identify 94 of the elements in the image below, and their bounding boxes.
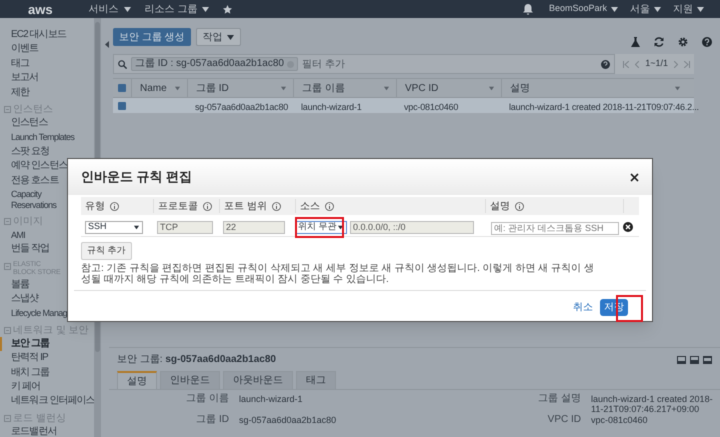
pagination-text: 1~1/1 [645,57,668,70]
caret-icon [226,34,234,40]
column-header: 포트 범위 [224,200,267,214]
field-label: VPC ID [546,415,581,425]
caret-icon [134,225,140,229]
column-header[interactable]: Name [131,79,187,97]
sidebar-item[interactable]: 로드밸런서 [0,424,94,437]
type-select[interactable]: SSH [85,220,143,234]
sidebar-item[interactable]: EC2 대시보드 [0,28,94,42]
caret-icon [202,6,210,12]
layout-icon[interactable] [677,356,686,364]
tab[interactable]: 인바운드 [160,371,220,389]
caret-icon [124,6,131,12]
table-cell: sg-057aa6d0aa2b1ac80 [195,102,288,112]
cancel-link[interactable]: 취소 [573,300,593,315]
sidebar-item[interactable]: 태그 [0,56,94,72]
collapse-arrow-icon[interactable] [105,41,109,48]
sidebar-item[interactable]: 배치 그룹 [0,366,94,380]
flask-icon[interactable] [631,37,640,47]
filter-chip[interactable]: 그룹 ID : sg-057aa6d0aa2b1ac80 [131,57,298,71]
field-label: 그룹 설명 [537,394,581,406]
sidebar-item[interactable]: 보고서 [0,71,94,86]
caret-icon [338,225,344,229]
caret-icon [654,6,661,12]
sidebar-item[interactable]: 네트워크 인터페이스 [0,394,94,409]
close-icon[interactable] [630,172,639,182]
description-field[interactable]: 예: 관리자 데스크톱용 SSH [491,222,619,236]
field-value: launch-wizard-1 [239,394,304,406]
select-all-checkbox[interactable] [118,84,126,92]
note-text: 참고: 기존 규칙을 편집하면 편집된 규칙이 삭제되고 새 세부 정보로 새 규칙이 생성됩니다. 이렇게 하면 새 규칙이 생성될 때까지 해당 규칙에 의존하는 트래픽이 잠시 중단될 수 있습니다. [81,263,595,286]
protocol-field: TCP [157,220,213,234]
sidebar-item[interactable]: 탄력적 IP [0,351,94,366]
info-icon[interactable] [272,202,281,210]
caret-icon [384,86,390,90]
port-range-field: 22 [223,220,285,234]
column-header: 유형 [85,200,105,214]
nav-menu[interactable]: 서비스 [88,2,131,16]
column-header[interactable]: 그룹 이름 [293,79,396,97]
caret-icon [674,86,680,90]
bell-icon[interactable] [522,4,533,14]
field-label: 그룹 ID [195,415,229,425]
sidebar-item[interactable]: 이벤트 [0,42,94,57]
field-value: vpc-081c0460 [591,415,649,425]
column-header[interactable]: VPC ID [396,79,501,97]
layout-icon[interactable] [690,356,699,364]
column-header: 설명 [490,200,510,214]
table-cell: launch-wizard-1 created 2018-11-21T09:07:46.2... [509,102,699,112]
column-header: 프로토콜 [158,200,198,214]
info-icon[interactable] [515,202,524,210]
table-cell: launch-wizard-1 [301,102,362,112]
column-header: 소스 [300,200,320,214]
add-rule-button[interactable]: 규칙 추가 [81,242,132,260]
sidebar-item[interactable]: 보안 그룹 [0,336,94,352]
actions-button[interactable]: 작업 [196,28,241,46]
settings-icon[interactable] [678,37,688,47]
caret-icon [488,86,494,90]
nav-menu[interactable]: 리소스 그룹 [144,2,210,16]
tab[interactable]: 아웃바운드 [223,371,293,389]
sidebar-item[interactable]: 인스턴스 [0,116,94,130]
info-icon[interactable] [110,202,119,210]
layout-icon[interactable] [703,356,712,364]
cidr-field: 0.0.0.0/0, ::/0 [350,220,474,234]
sidebar-item[interactable]: 키 페어 [0,380,94,394]
info-icon[interactable] [325,202,334,210]
row-checkbox[interactable] [118,102,126,110]
sidebar-item[interactable]: 제한 [0,86,94,100]
aws-logo[interactable]: aws [28,2,53,16]
caret-icon [697,6,704,12]
nav-menu[interactable]: 지원 [673,2,704,16]
info-icon[interactable] [203,202,212,210]
panel-title: 보안 그룹: sg-057aa6d0aa2b1ac80 [117,353,276,367]
caret-icon [174,86,180,90]
source-select[interactable]: 위치 무관 [295,220,347,234]
column-header[interactable]: 설명 [501,79,687,97]
nav-menu[interactable]: BeomSooPark [548,2,618,16]
remove-rule-icon[interactable] [623,222,633,232]
tab[interactable]: 태그 [296,371,336,389]
table-cell: vpc-081c0460 [404,102,458,112]
dialog-title: 인바운드 규칙 편집 [81,168,192,186]
field-value: sg-057aa6d0aa2b1ac80 [239,415,338,425]
tab[interactable]: 설명 [117,371,157,389]
caret-icon [611,6,618,12]
caret-icon [280,86,286,90]
help-icon[interactable] [702,37,712,47]
sidebar-item[interactable]: 스팟 요청 [0,144,94,160]
column-header[interactable]: 그룹 ID [187,79,293,97]
nav-menu[interactable]: 서울 [630,2,661,16]
help-icon[interactable] [601,60,610,68]
refresh-icon[interactable] [654,37,664,47]
field-label: 그룹 이름 [185,394,229,406]
search-icon [118,60,127,68]
create-security-group-button[interactable]: 보안 그룹 생성 [113,28,191,46]
filter-field[interactable]: 그룹 ID : sg-057aa6d0aa2b1ac80 필터 추가 [113,54,616,74]
sidebar-item[interactable]: Launch Templates [0,130,94,145]
